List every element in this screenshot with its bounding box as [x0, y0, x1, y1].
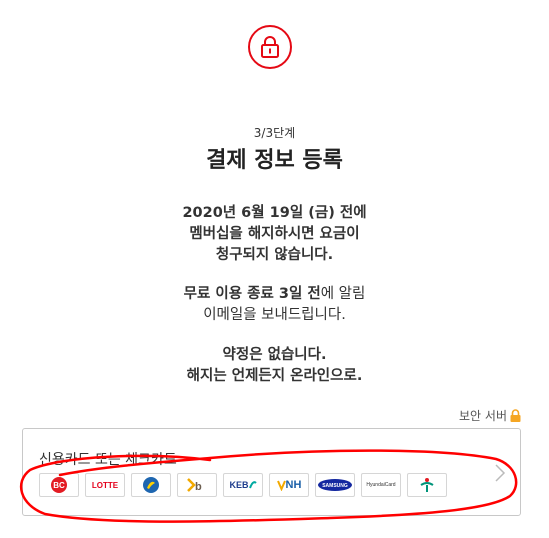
lotte-card-logo: LOTTE: [85, 473, 125, 497]
nh-card-logo: NH: [269, 473, 309, 497]
card-logos: BC LOTTE b KEB NH SAMSUNG HyundaiCard: [39, 473, 447, 497]
hana-card-logo: [407, 473, 447, 497]
reminder-info: 무료 이용 종료 3일 전에 알림 이메일을 보내드립니다.: [0, 284, 549, 326]
nh-card-text: NH: [285, 479, 302, 491]
credit-card-label: 신용카드 또는 체크카드: [39, 452, 177, 468]
samsung-card-text: SAMSUNG: [322, 483, 348, 489]
trial-end-date: 2020년 6월 19일 (금) 전에: [182, 205, 367, 221]
cancel-info-line2: 멤버십을 해지하시면 요금이: [189, 226, 360, 242]
chevron-right-icon: [495, 464, 506, 482]
cancel-info: 2020년 6월 19일 (금) 전에 멤버십을 해지하시면 요금이 청구되지 …: [0, 203, 549, 266]
keb-card-text: KEB: [229, 480, 249, 490]
padlock-icon: [510, 409, 521, 422]
reminder-line2: 이메일을 보내드립니다.: [203, 307, 346, 323]
credit-card-option[interactable]: 신용카드 또는 체크카드 BC LOTTE b KEB NH SAMSUNG H…: [22, 428, 521, 516]
bc-card-logo: BC: [39, 473, 79, 497]
lock-icon: [248, 25, 292, 69]
page-title: 결제 정보 등록: [206, 148, 343, 173]
no-commitment-line2: 해지는 언제든지 온라인으로.: [186, 368, 363, 384]
kb-kookmin-logo: [131, 473, 171, 497]
lotte-card-text: LOTTE: [91, 480, 119, 490]
hyundai-card-text: HyundaiCard: [366, 482, 396, 488]
no-commitment-line1: 약정은 없습니다.: [222, 347, 327, 363]
svg-text:b: b: [195, 481, 202, 493]
secure-server-label: 보안 서버: [459, 407, 521, 424]
samsung-card-logo: SAMSUNG: [315, 473, 355, 497]
reminder-bold: 무료 이용 종료 3일 전: [183, 286, 321, 302]
lock-glyph: [261, 36, 279, 58]
bc-card-text: BC: [53, 481, 65, 490]
keb-card-logo: KEB: [223, 473, 263, 497]
hyundai-card-logo: HyundaiCard: [361, 473, 401, 497]
kb-card-logo: b: [177, 473, 217, 497]
reminder-rest: 에 알림: [320, 286, 366, 302]
secure-server-text: 보안 서버: [459, 409, 507, 423]
no-commitment-info: 약정은 없습니다. 해지는 언제든지 온라인으로.: [0, 345, 549, 387]
step-indicator: 3/3단계: [253, 126, 296, 140]
cancel-info-line3: 청구되지 않습니다.: [215, 247, 334, 263]
